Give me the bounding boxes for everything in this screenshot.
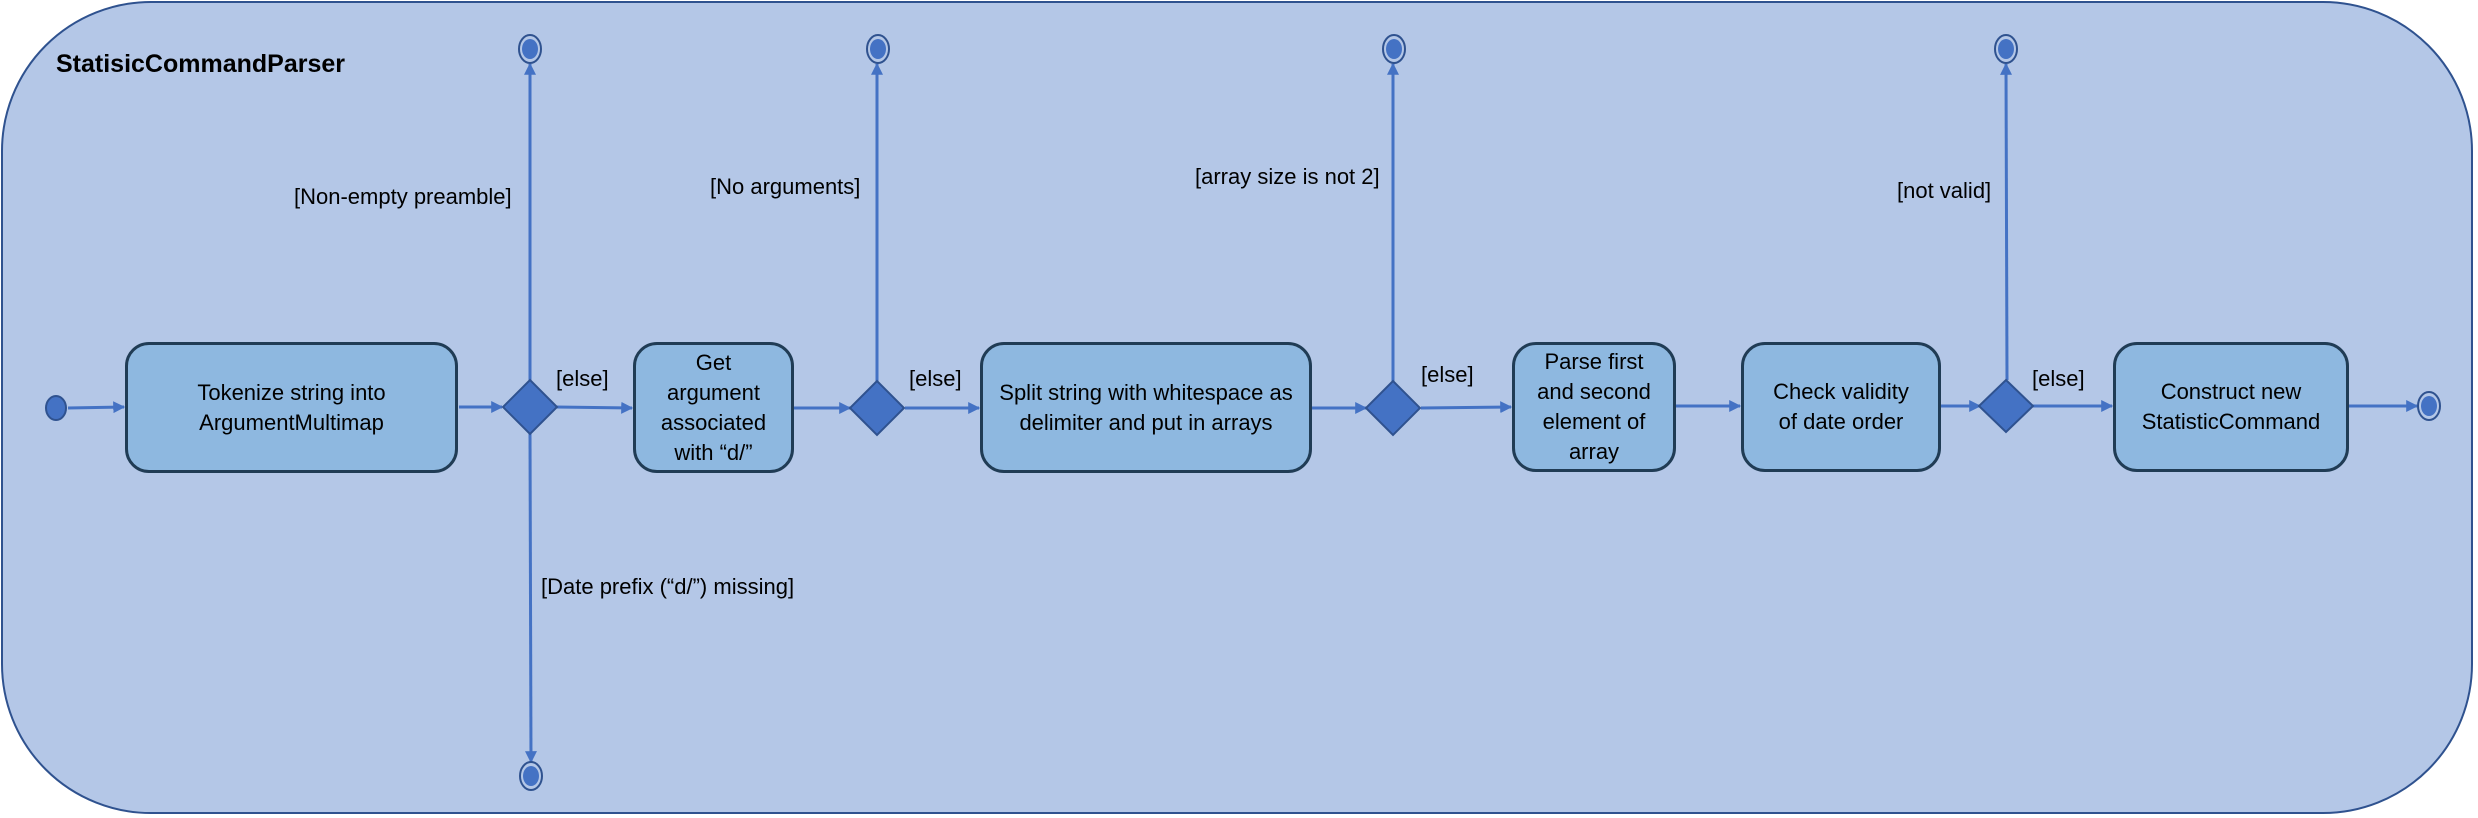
action-construct-command-label: Construct new StatisticCommand (2141, 379, 2321, 434)
guard-else-2: [else] (909, 366, 962, 391)
action-tokenize-label: Tokenize string into ArgumentMultimap (197, 379, 386, 435)
initial-node (45, 395, 67, 421)
guard-no-arguments: [No arguments] (710, 174, 861, 199)
action-split-string-label: Split string with whitespace as delimite… (999, 379, 1293, 435)
guard-not-valid: [not valid] (1897, 178, 1992, 203)
guard-array-size-not-2: [array size is not 2] (1195, 164, 1380, 189)
decision-node-4 (1977, 378, 2035, 434)
final-node-3 (1382, 34, 1406, 64)
decision-node-1 (501, 378, 559, 436)
guard-else-4: [else] (2032, 366, 2085, 391)
flow-initial-to-tokenize (67, 401, 126, 414)
action-get-argument: Get argument associated with “d/” (633, 342, 794, 473)
flow-decision-1-down (524, 432, 537, 764)
action-check-validity: Check validity of date order (1741, 342, 1941, 472)
action-tokenize: Tokenize string into ArgumentMultimap (125, 342, 458, 473)
flow-decision-1-to-get-argument (555, 401, 634, 414)
guard-non-empty-preamble: [Non-empty preamble] (294, 184, 512, 209)
action-split-string: Split string with whitespace as delimite… (980, 342, 1312, 473)
final-node-main (2417, 391, 2441, 421)
guard-else-1: [else] (556, 366, 609, 391)
guard-else-3: [else] (1421, 362, 1474, 387)
final-node-2 (866, 34, 890, 64)
final-node-1 (518, 34, 542, 64)
flow-decision-3-to-parse-elements (1420, 401, 1513, 414)
action-check-validity-label: Check validity of date order (1773, 379, 1909, 434)
final-node-5 (519, 761, 543, 791)
guard-date-prefix-missing: [Date prefix (“d/”) missing] (541, 574, 795, 599)
flow-decision-4-up (2000, 62, 2013, 381)
final-node-4 (1994, 34, 2018, 64)
action-construct-command: Construct new StatisticCommand (2113, 342, 2349, 472)
action-get-argument-label: Get argument associated with “d/” (660, 349, 767, 465)
action-parse-elements-label: Parse first and second element of array (1537, 349, 1651, 464)
action-parse-elements: Parse first and second element of array (1512, 342, 1676, 472)
decision-node-3 (1364, 379, 1422, 437)
decision-node-2 (848, 379, 906, 437)
